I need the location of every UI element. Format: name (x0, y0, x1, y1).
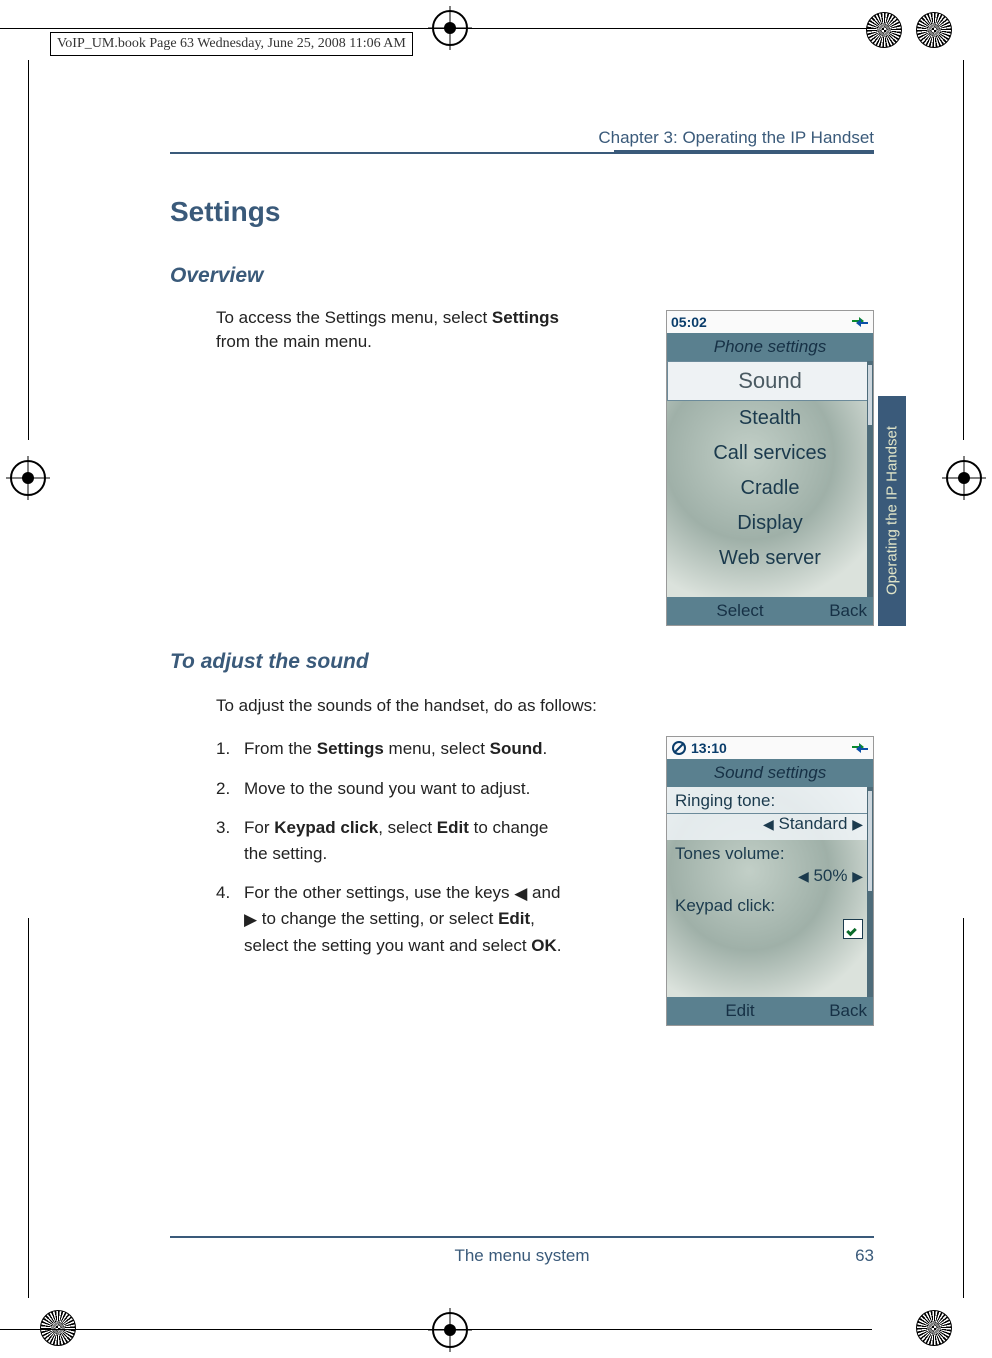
phone-screenshot-sound: 13:10 Sound settings Ringing tone: ◀ Sta… (666, 736, 874, 1026)
menu-item-sound[interactable]: Sound (667, 361, 873, 401)
registration-radial-icon (866, 12, 902, 48)
subsection-overview: Overview (170, 264, 263, 288)
chapter-header: Chapter 3: Operating the IP Handset (170, 128, 874, 152)
connection-icon (851, 315, 869, 329)
setting-keypad-click[interactable]: Keypad click: (667, 892, 873, 918)
registration-radial-icon (916, 12, 952, 48)
left-chevron-icon: ◀ (798, 868, 809, 885)
setting-tones-volume-value[interactable]: ◀ 50% ▶ (667, 866, 873, 892)
status-time: 13:10 (691, 740, 727, 756)
footer-page-number: 63 (855, 1246, 874, 1266)
phone-screenshot-settings: 05:02 Phone settings Sound Stealth Call … (666, 310, 874, 626)
right-chevron-icon: ▶ (852, 868, 863, 885)
setting-ringing-tone-value[interactable]: ◀ Standard ▶ (667, 814, 873, 840)
silent-icon (671, 740, 687, 756)
setting-keypad-click-value[interactable] (667, 918, 873, 945)
connection-icon (851, 741, 869, 755)
menu-item-display[interactable]: Display (667, 506, 873, 541)
overview-paragraph: To access the Settings menu, select Sett… (216, 306, 566, 354)
registration-radial-icon (40, 1310, 76, 1346)
softkey-back[interactable]: Back (807, 601, 867, 621)
print-header: VoIP_UM.book Page 63 Wednesday, June 25,… (50, 32, 413, 56)
left-arrow-icon: ◀ (514, 884, 527, 903)
step-2: 2. Move to the sound you want to adjust. (216, 776, 566, 802)
checkbox-checked-icon[interactable] (843, 919, 863, 939)
menu-item-web-server[interactable]: Web server (667, 541, 873, 576)
step-4: 4. For the other settings, use the keys … (216, 880, 566, 958)
phone-title: Phone settings (667, 333, 873, 361)
step-1: 1. From the Settings menu, select Sound. (216, 736, 566, 762)
step-3: 3. For Keypad click, select Edit to chan… (216, 815, 566, 866)
sound-intro: To adjust the sounds of the handset, do … (216, 694, 776, 718)
setting-ringing-tone[interactable]: Ringing tone: (667, 787, 873, 814)
right-arrow-icon: ▶ (244, 910, 257, 929)
softkey-back[interactable]: Back (807, 1001, 867, 1021)
softkey-edit[interactable]: Edit (673, 1001, 807, 1021)
phone-title: Sound settings (667, 759, 873, 787)
header-rule (170, 152, 874, 154)
subsection-sound: To adjust the sound (170, 650, 369, 674)
side-tab: Operating the IP Handset (878, 396, 906, 626)
setting-tones-volume[interactable]: Tones volume: (667, 840, 873, 866)
scrollbar[interactable] (867, 787, 873, 997)
left-chevron-icon: ◀ (763, 816, 774, 833)
page-footer: The menu system 63 (170, 1246, 874, 1266)
softkey-select[interactable]: Select (673, 601, 807, 621)
menu-item-stealth[interactable]: Stealth (667, 401, 873, 436)
scrollbar[interactable] (867, 361, 873, 597)
footer-section: The menu system (454, 1246, 589, 1266)
registration-radial-icon (916, 1310, 952, 1346)
status-time: 05:02 (671, 314, 707, 330)
section-title: Settings (170, 196, 280, 228)
menu-item-cradle[interactable]: Cradle (667, 471, 873, 506)
footer-rule (170, 1236, 874, 1238)
menu-item-call-services[interactable]: Call services (667, 436, 873, 471)
right-chevron-icon: ▶ (852, 816, 863, 833)
